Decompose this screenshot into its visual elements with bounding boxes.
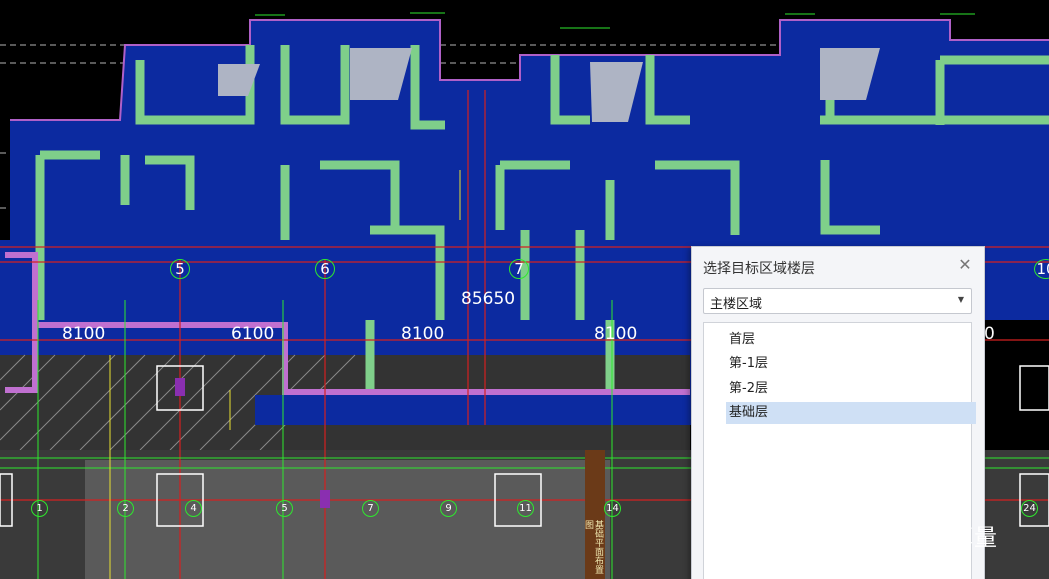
axis-bubble-bottom-4: 4 <box>185 500 202 517</box>
dialog-title: 选择目标区域楼层 <box>703 261 815 277</box>
drawing-caption: 基础平面布置图 <box>583 520 603 574</box>
total-dimension: 85650 <box>461 289 516 309</box>
region-select-value: 主楼区域 <box>710 297 763 312</box>
axis-bubble-7: 7 <box>509 259 529 279</box>
span-label: 6100 <box>231 324 275 344</box>
close-icon[interactable]: ✕ <box>956 256 974 274</box>
watermark-text: 跟我学会广联达算量 <box>782 525 998 551</box>
axis-bubble-bottom-2: 2 <box>117 500 134 517</box>
span-label: 8100 <box>62 324 106 344</box>
axis-bubble-bottom-5: 5 <box>276 500 293 517</box>
axis-bubble-bottom-7: 7 <box>362 500 379 517</box>
axis-bubble-6: 6 <box>315 259 335 279</box>
region-select[interactable]: 主楼区域 ▼ <box>703 288 972 314</box>
floor-item-b1[interactable]: 第-1层 <box>726 353 976 375</box>
axis-bubble-5: 5 <box>170 259 190 279</box>
span-label: 8100 <box>401 324 445 344</box>
span-label: 8100 <box>594 324 638 344</box>
axis-bubble-bottom-14: 14 <box>604 500 621 517</box>
axis-bubble-bottom-9: 9 <box>440 500 457 517</box>
floor-item-b2[interactable]: 第-2层 <box>726 378 976 400</box>
axis-bubble-bottom-1: 1 <box>31 500 48 517</box>
axis-bubble-bottom-11: 11 <box>517 500 534 517</box>
wechat-icon <box>737 521 772 546</box>
floor-item-foundation[interactable]: 基础层 <box>726 402 976 424</box>
cad-workspace: 5 6 7 10 1 2 4 5 7 9 11 14 24 8100 6100 … <box>0 0 1049 579</box>
axis-bubble-bottom-24: 24 <box>1021 500 1038 517</box>
floor-item-ground[interactable]: 首层 <box>726 329 976 351</box>
axis-bubble-10: 10 <box>1034 259 1049 279</box>
span-label: 0 <box>984 324 995 344</box>
chevron-down-icon: ▼ <box>957 295 964 304</box>
